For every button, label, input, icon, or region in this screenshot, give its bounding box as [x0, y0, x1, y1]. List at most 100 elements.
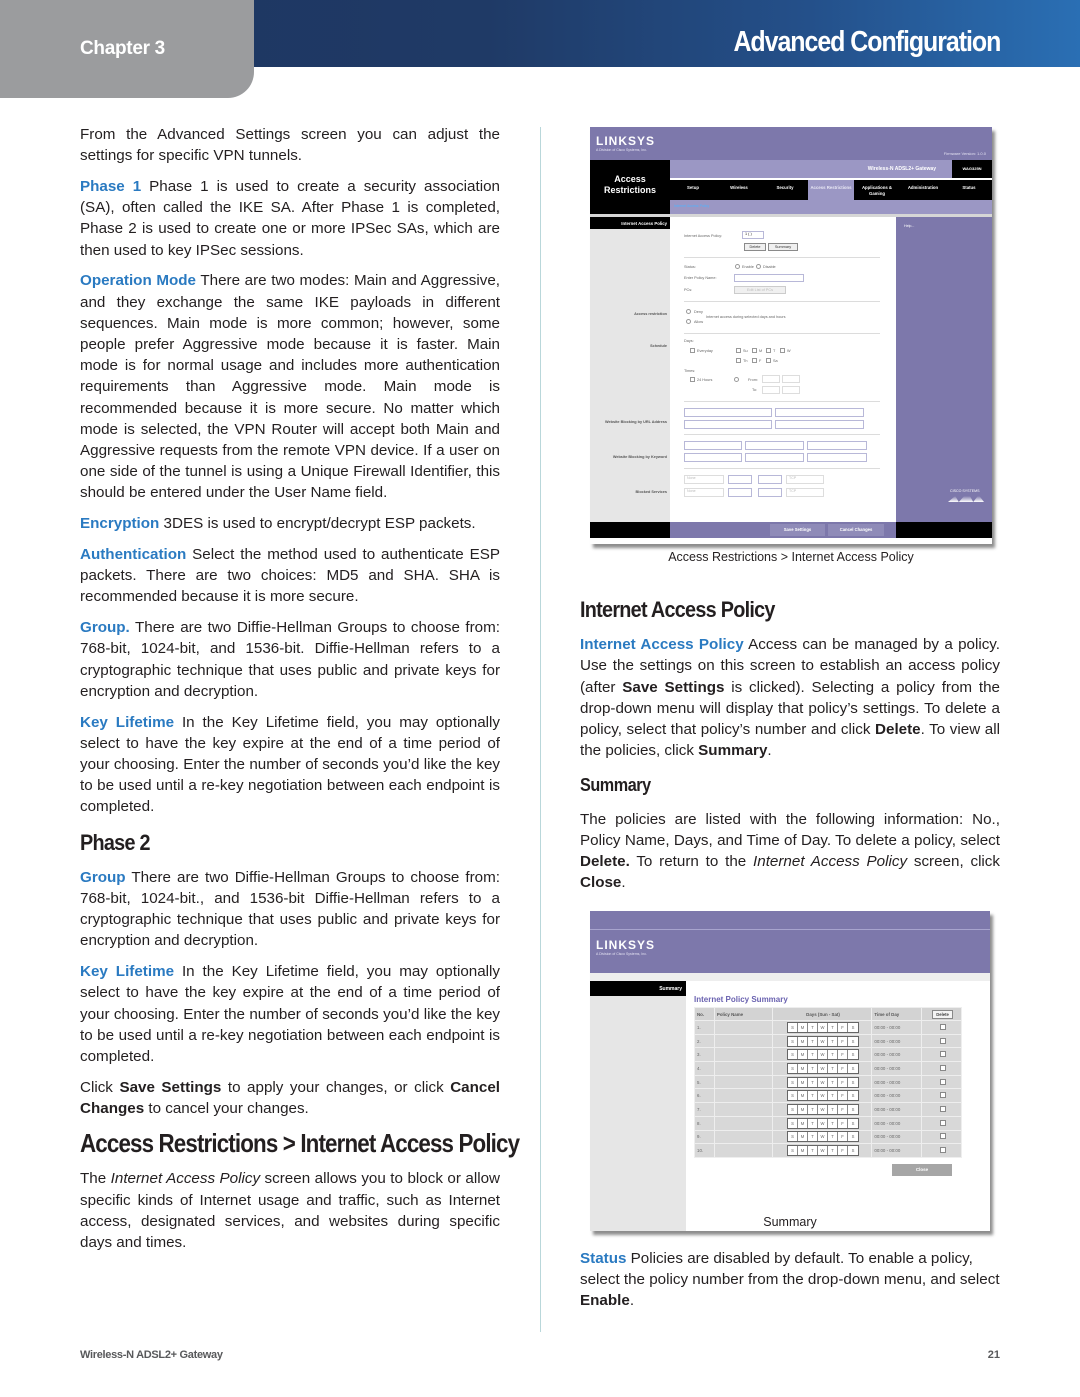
row-policy-name [713, 1074, 773, 1090]
everyday-checkbox[interactable] [690, 348, 695, 353]
save-note-text: to cancel your changes. [144, 1100, 309, 1118]
day-checkbox[interactable] [766, 348, 771, 353]
url-input[interactable] [684, 408, 772, 417]
row-time-of-day: 00:00 - 00:00 [871, 1143, 923, 1158]
service-select[interactable]: None [684, 488, 724, 497]
keyword-input[interactable] [684, 441, 742, 450]
save-settings-button[interactable]: Save Settings [770, 524, 825, 536]
delete-checkbox[interactable] [939, 1023, 946, 1030]
day-box: F [838, 1063, 848, 1073]
delete-checkbox[interactable] [939, 1105, 946, 1112]
summary-button[interactable]: Summary [768, 243, 798, 251]
label-url-blocking: Website Blocking by URL Address [605, 420, 667, 424]
port-end-input[interactable] [758, 475, 782, 484]
keyword-input[interactable] [745, 453, 804, 462]
row-days: SMTWTFS [771, 1088, 873, 1104]
day-box: T [808, 1022, 818, 1032]
group1-paragraph: Group. There are two Diffie-Hellman Grou… [80, 617, 500, 702]
delete-checkbox[interactable] [939, 1133, 946, 1140]
deny-radio[interactable] [686, 309, 691, 314]
figure-caption: Summary [763, 1215, 817, 1229]
row-policy-name [713, 1047, 773, 1063]
subnav-internet-access-policy[interactable]: Internet Access Policy [674, 204, 709, 208]
operation-mode-text: There are two modes: Main and Aggressive… [80, 272, 500, 502]
tab-access-restrictions[interactable]: Access Restrictions [808, 180, 854, 200]
day-box: S [851, 1079, 855, 1085]
close-button[interactable]: Close [892, 1164, 952, 1176]
day-selector: SMTWTFS [786, 1131, 859, 1143]
right-column-upper: Internet Access Policy Internet Access P… [580, 585, 1000, 903]
day-box: F [838, 1022, 848, 1032]
day-checkbox[interactable] [752, 358, 757, 363]
edit-pcs-button[interactable]: Edit List of PCs [734, 286, 786, 294]
policy-name-input[interactable] [734, 274, 804, 282]
protocol-select[interactable]: TCP [786, 488, 824, 497]
row-time-of-day: 00:00 - 00:00 [871, 1088, 923, 1104]
delete-checkbox[interactable] [939, 1037, 946, 1044]
day-checkbox[interactable] [752, 348, 757, 353]
day-box: T [808, 1063, 818, 1073]
time-range-radio[interactable] [734, 377, 739, 382]
table-row: 2. S M T W T F S 00:00 - 00:00 [694, 1033, 962, 1049]
delete-checkbox[interactable] [939, 1092, 946, 1099]
to-hour-select[interactable] [762, 386, 780, 394]
day-box: W [818, 1022, 828, 1032]
day-box: T [828, 1022, 838, 1032]
from-hour-select[interactable] [762, 375, 780, 383]
delete-checkbox[interactable] [939, 1147, 946, 1154]
delete-button[interactable]: Delete [744, 243, 766, 251]
url-input[interactable] [775, 408, 864, 417]
day-box: M [798, 1104, 808, 1114]
to-minute-select[interactable] [782, 386, 800, 394]
help-link[interactable]: Help... [904, 224, 914, 228]
cancel-changes-button[interactable]: Cancel Changes [828, 524, 884, 536]
url-input[interactable] [684, 420, 772, 429]
24-hours-checkbox[interactable] [690, 377, 695, 382]
service-select[interactable]: None [684, 475, 724, 484]
tab-setup[interactable]: Setup [670, 180, 716, 200]
enable-label: Enable [742, 265, 754, 269]
day-box: M [798, 1118, 808, 1128]
delete-checkbox[interactable] [939, 1064, 946, 1071]
day-box: T [828, 1118, 838, 1128]
allow-radio[interactable] [686, 319, 691, 324]
tab-administration[interactable]: Administration [900, 180, 946, 200]
delete-button[interactable]: Delete [932, 1009, 953, 1019]
delete-checkbox[interactable] [939, 1078, 946, 1085]
day-label: W [787, 349, 791, 353]
day-box: F [838, 1036, 848, 1046]
keyword-input[interactable] [684, 453, 742, 462]
header-line [590, 929, 990, 930]
keyword-input[interactable] [807, 441, 867, 450]
iap-paragraph: Internet Access Policy Access can be man… [580, 634, 1000, 761]
day-checkbox[interactable] [736, 358, 741, 363]
enable-radio[interactable] [735, 264, 740, 269]
tab-wireless[interactable]: Wireless [716, 180, 762, 200]
disable-radio[interactable] [756, 264, 761, 269]
table-row: 3. S M T W T F S 00:00 - 00:00 [694, 1047, 962, 1063]
enable-ref: Enable [580, 1292, 630, 1310]
day-checkbox[interactable] [780, 348, 785, 353]
day-box: S [788, 1063, 798, 1073]
port-start-input[interactable] [728, 475, 752, 484]
day-checkbox[interactable] [766, 358, 771, 363]
url-input[interactable] [775, 420, 864, 429]
delete-checkbox[interactable] [939, 1051, 946, 1058]
times-label: Times: [684, 369, 696, 373]
day-box: T [808, 1050, 818, 1060]
keyword-input[interactable] [745, 441, 804, 450]
port-end-input[interactable] [758, 488, 782, 497]
delete-ref: Delete. [580, 853, 630, 871]
keyword-input[interactable] [807, 453, 867, 462]
tab-status[interactable]: Status [946, 180, 992, 200]
port-start-input[interactable] [728, 488, 752, 497]
delete-checkbox[interactable] [939, 1119, 946, 1126]
from-minute-select[interactable] [782, 375, 800, 383]
policy-select[interactable]: 1 ( ) [742, 231, 764, 239]
tab-security[interactable]: Security [762, 180, 808, 200]
day-box: T [828, 1104, 838, 1114]
tab-applications-gaming[interactable]: Applications & Gaming [854, 180, 900, 200]
day-checkbox[interactable] [736, 348, 741, 353]
protocol-select[interactable]: TCP [786, 475, 824, 484]
key-lifetime2-paragraph: Key Lifetime In the Key Lifetime field, … [80, 961, 500, 1067]
